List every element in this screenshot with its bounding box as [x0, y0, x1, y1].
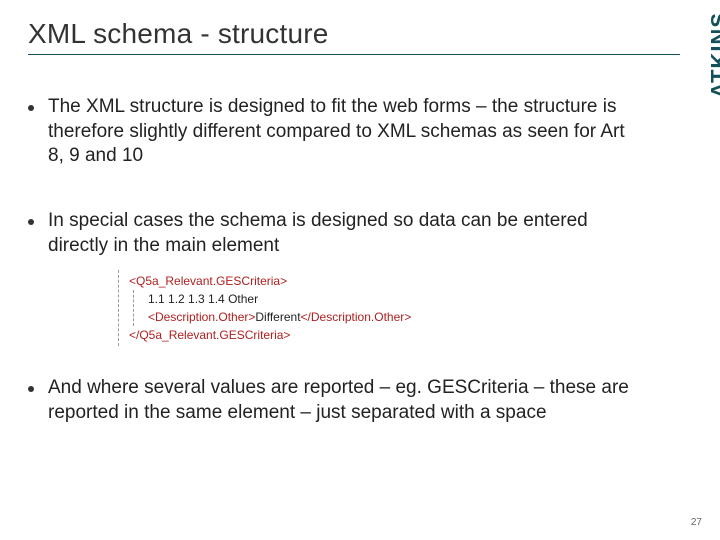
bullet-text: The XML structure is designed to fit the…: [48, 95, 630, 169]
xml-open-tag: <Description.Other>: [148, 310, 255, 324]
atkins-logo: ATKINS: [706, 12, 720, 98]
xml-close-tag: </Q5a_Relevant.GESCriteria>: [129, 328, 290, 342]
code-line: 1.1 1.2 1.3 1.4 Other: [148, 290, 630, 308]
xml-open-tag: <Q5a_Relevant.GESCriteria>: [129, 274, 287, 288]
code-line: <Description.Other>Different</Descriptio…: [148, 308, 630, 326]
content-area: The XML structure is designed to fit the…: [28, 95, 680, 426]
code-indent: 1.1 1.2 1.3 1.4 Other <Description.Other…: [133, 290, 630, 326]
bullet-dot-icon: [28, 105, 34, 111]
bullet-item: And where several values are reported – …: [28, 376, 630, 425]
xml-code-block: <Q5a_Relevant.GESCriteria> 1.1 1.2 1.3 1…: [118, 270, 630, 346]
bullet-text: And where several values are reported – …: [48, 376, 630, 425]
title-underline: [28, 54, 680, 55]
code-line: <Q5a_Relevant.GESCriteria>: [129, 272, 630, 290]
bullet-dot-icon: [28, 219, 34, 225]
page-number: 27: [691, 517, 702, 528]
xml-text: Different: [255, 310, 300, 324]
bullet-dot-icon: [28, 386, 34, 392]
bullet-item: In special cases the schema is designed …: [28, 209, 630, 258]
slide: XML schema - structure The XML structure…: [0, 0, 720, 540]
xml-close-tag: </Description.Other>: [301, 310, 412, 324]
code-line: </Q5a_Relevant.GESCriteria>: [129, 326, 630, 344]
bullet-item: The XML structure is designed to fit the…: [28, 95, 630, 169]
bullet-text: In special cases the schema is designed …: [48, 209, 630, 258]
slide-title: XML schema - structure: [28, 18, 680, 50]
